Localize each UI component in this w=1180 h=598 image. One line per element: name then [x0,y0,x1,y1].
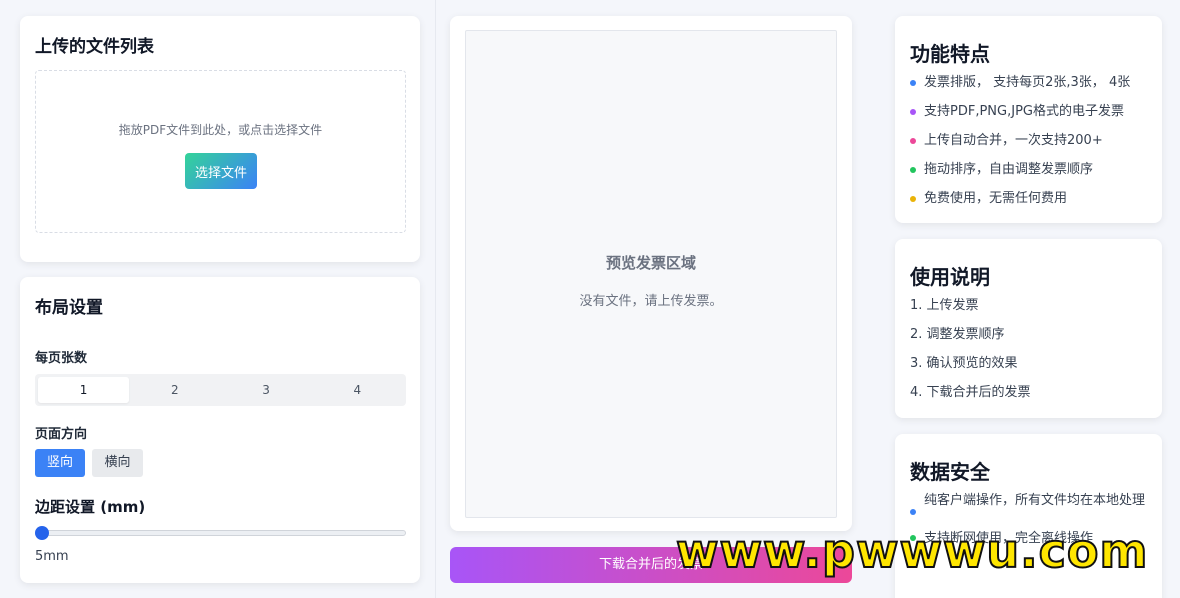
portrait-button[interactable]: 竖向 [35,449,85,477]
bullet-dot-icon [910,167,916,173]
security-card: 数据安全 纯客户端操作，所有文件均在本地处理 支持断网使用，完全离线操作 [895,434,1162,598]
upload-card: 上传的文件列表 拖放PDF文件到此处，或点击选择文件 选择文件 [20,16,420,262]
margin-slider-track[interactable] [40,530,406,536]
margin-label: 边距设置 (mm) [35,498,146,516]
preview-title: 预览发票区域 [605,254,696,272]
per-page-label: 每页张数 [35,351,88,366]
list-item: 免费使用，无需任何费用 [910,190,1154,219]
bullet-dot-icon [910,196,916,202]
list-item: 上传自动合并，一次支持200+ [910,132,1154,161]
bullet-dot-icon [910,509,916,515]
usage-list: 1. 上传发票 2. 调整发票顺序 3. 确认预览的效果 4. 下载合并后的发票 [910,297,1031,413]
list-item: 2. 调整发票顺序 [910,327,1005,342]
list-item: 1. 上传发票 [910,298,979,313]
security-title: 数据安全 [910,460,990,484]
per-page-option-2[interactable]: 2 [129,377,220,403]
bullet-dot-icon [910,109,916,115]
list-item: 支持断网使用，完全离线操作 [910,529,1150,549]
preview-card: 预览发票区域 没有文件，请上传发票。 [450,16,852,531]
per-page-segmented-control: 1 2 3 4 [35,374,406,406]
bullet-dot-icon [910,138,916,144]
security-list: 纯客户端操作，所有文件均在本地处理 支持断网使用，完全离线操作 [910,491,1150,549]
dropzone-text: 拖放PDF文件到此处，或点击选择文件 [118,123,323,137]
bullet-dot-icon [910,80,916,86]
margin-slider-thumb[interactable] [35,526,49,540]
file-dropzone[interactable]: 拖放PDF文件到此处，或点击选择文件 选择文件 [35,70,406,233]
per-page-option-3[interactable]: 3 [221,377,312,403]
preview-empty-message: 没有文件，请上传发票。 [579,294,723,309]
usage-card: 使用说明 1. 上传发票 2. 调整发票顺序 3. 确认预览的效果 4. 下载合… [895,239,1162,418]
list-item: 纯客户端操作，所有文件均在本地处理 [910,491,1150,515]
list-item: 3. 确认预览的效果 [910,356,1018,371]
margin-value: 5mm [35,549,69,564]
features-title: 功能特点 [910,42,990,66]
features-card: 功能特点 发票排版， 支持每页2张,3张， 4张 支持PDF,PNG,JPG格式… [895,16,1162,223]
download-merged-button[interactable]: 下载合并后的发票 [450,547,852,583]
column-divider [435,0,436,598]
features-list: 发票排版， 支持每页2张,3张， 4张 支持PDF,PNG,JPG格式的电子发票… [910,74,1154,219]
orientation-label: 页面方向 [35,427,88,442]
layout-settings-card: 布局设置 每页张数 1 2 3 4 页面方向 竖向 横向 边距设置 (mm) 5… [20,277,420,583]
upload-title: 上传的文件列表 [35,37,154,57]
select-file-button[interactable]: 选择文件 [185,153,257,189]
per-page-option-4[interactable]: 4 [312,377,403,403]
bullet-dot-icon [910,535,916,541]
per-page-option-1[interactable]: 1 [38,377,130,403]
list-item: 拖动排序，自由调整发票顺序 [910,161,1154,190]
list-item: 支持PDF,PNG,JPG格式的电子发票 [910,103,1154,132]
list-item: 发票排版， 支持每页2张,3张， 4张 [910,74,1154,103]
layout-title: 布局设置 [35,298,103,318]
landscape-button[interactable]: 横向 [92,449,143,477]
list-item: 4. 下载合并后的发票 [910,385,1031,400]
usage-title: 使用说明 [910,265,990,289]
preview-area: 预览发票区域 没有文件，请上传发票。 [465,30,837,518]
